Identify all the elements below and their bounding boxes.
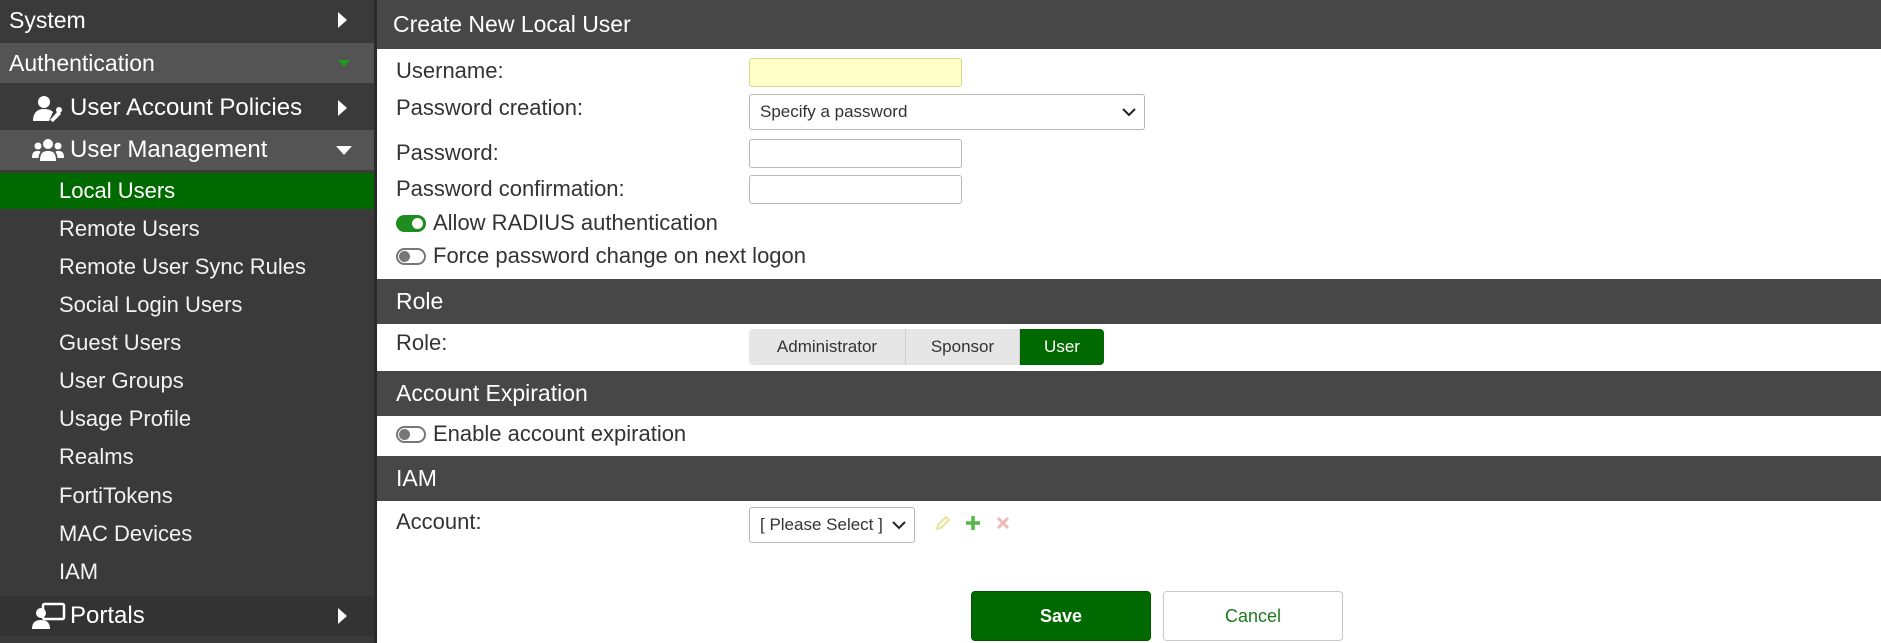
nav-user-account-policies-label: User Account Policies bbox=[70, 94, 303, 121]
nav-system-label: System bbox=[9, 6, 86, 33]
nav-user-management[interactable]: User Management bbox=[0, 130, 374, 170]
caret-right-icon bbox=[338, 100, 347, 116]
nav-guest-users[interactable]: Guest Users bbox=[0, 325, 374, 361]
nav-local-users[interactable]: Local Users bbox=[0, 173, 374, 209]
cancel-button[interactable]: Cancel bbox=[1163, 591, 1343, 641]
caret-right-icon bbox=[338, 608, 347, 624]
caret-down-icon bbox=[336, 145, 352, 155]
pencil-icon[interactable] bbox=[928, 512, 958, 534]
nav-portals[interactable]: Portals bbox=[0, 596, 374, 636]
password-creation-label: Password creation: bbox=[396, 95, 584, 120]
role-sponsor-button[interactable]: Sponsor bbox=[906, 329, 1020, 365]
plus-icon[interactable] bbox=[958, 512, 988, 534]
force-password-change-row: Force password change on next logon bbox=[396, 243, 806, 269]
nav-local-users-label: Local Users bbox=[59, 178, 176, 203]
users-icon bbox=[32, 136, 66, 164]
nav-social-login-users-label: Social Login Users bbox=[59, 292, 243, 317]
nav-mac-devices[interactable]: MAC Devices bbox=[0, 516, 374, 552]
nav-fortitokens-label: FortiTokens bbox=[59, 483, 173, 508]
password-confirmation-label: Password confirmation: bbox=[396, 176, 625, 201]
force-password-change-toggle[interactable] bbox=[396, 247, 426, 265]
account-label: Account: bbox=[396, 509, 482, 534]
account-expiration-section-title: Account Expiration bbox=[396, 380, 588, 406]
nav-portals-label: Portals bbox=[70, 602, 145, 629]
account-select[interactable]: [ Please Select ] bbox=[749, 507, 915, 543]
force-password-change-label: Force password change on next logon bbox=[433, 243, 807, 268]
nav-system[interactable]: System bbox=[0, 0, 374, 40]
allow-radius-toggle[interactable] bbox=[396, 214, 426, 232]
enable-expiration-label: Enable account expiration bbox=[433, 421, 687, 446]
page-title-text: Create New Local User bbox=[393, 11, 631, 37]
nav-remote-users-label: Remote Users bbox=[59, 216, 200, 241]
role-section-title: Role bbox=[396, 288, 444, 314]
nav-user-groups[interactable]: User Groups bbox=[0, 363, 374, 399]
role-selector: Administrator Sponsor User bbox=[749, 329, 1104, 365]
nav-iam[interactable]: IAM bbox=[0, 554, 374, 590]
nav-remote-user-sync-rules-label: Remote User Sync Rules bbox=[59, 254, 306, 279]
nav-realms-label: Realms bbox=[59, 444, 134, 469]
x-icon[interactable] bbox=[988, 512, 1018, 534]
password-creation-select[interactable]: Specify a password bbox=[749, 94, 1145, 130]
nav-usage-profile-label: Usage Profile bbox=[59, 406, 192, 431]
role-user-button[interactable]: User bbox=[1020, 329, 1104, 365]
nav-social-login-users[interactable]: Social Login Users bbox=[0, 287, 374, 323]
nav-authentication-label: Authentication bbox=[9, 49, 155, 76]
chevron-down-icon bbox=[1122, 102, 1136, 122]
allow-radius-label: Allow RADIUS authentication bbox=[433, 210, 718, 235]
role-section-header: Role bbox=[377, 279, 1881, 324]
password-label: Password: bbox=[396, 140, 499, 165]
nav-usage-profile[interactable]: Usage Profile bbox=[0, 401, 374, 437]
enable-expiration-row: Enable account expiration bbox=[396, 421, 686, 447]
password-input[interactable] bbox=[749, 139, 962, 168]
nav-user-account-policies[interactable]: User Account Policies bbox=[0, 88, 374, 128]
nav-remote-users[interactable]: Remote Users bbox=[0, 211, 374, 247]
page-title: Create New Local User bbox=[377, 0, 1881, 49]
nav-user-management-label: User Management bbox=[70, 136, 268, 163]
role-administrator-button[interactable]: Administrator bbox=[749, 329, 906, 365]
iam-section-title: IAM bbox=[396, 465, 437, 491]
nav-user-groups-label: User Groups bbox=[59, 368, 184, 393]
nav-remote-user-sync-rules[interactable]: Remote User Sync Rules bbox=[0, 249, 374, 285]
role-label: Role: bbox=[396, 330, 448, 355]
iam-section-header: IAM bbox=[377, 456, 1881, 501]
nav-realms[interactable]: Realms bbox=[0, 439, 374, 475]
portal-icon bbox=[32, 602, 66, 630]
sidebar: System Authentication User Account Polic… bbox=[0, 0, 377, 643]
account-expiration-section-header: Account Expiration bbox=[377, 371, 1881, 416]
nav-iam-label: IAM bbox=[59, 559, 99, 584]
username-label: Username: bbox=[396, 58, 504, 83]
save-button[interactable]: Save bbox=[971, 591, 1151, 641]
nav-authentication[interactable]: Authentication bbox=[0, 43, 374, 83]
password-creation-value: Specify a password bbox=[760, 102, 908, 121]
nav-fortitokens[interactable]: FortiTokens bbox=[0, 478, 374, 514]
main-panel: Create New Local User Username: Password… bbox=[377, 0, 1881, 643]
enable-expiration-toggle[interactable] bbox=[396, 425, 426, 443]
nav-guest-users-label: Guest Users bbox=[59, 330, 182, 355]
user-gear-icon bbox=[32, 94, 66, 122]
caret-down-icon bbox=[338, 59, 350, 67]
account-select-value: [ Please Select ] bbox=[760, 515, 883, 534]
password-confirmation-input[interactable] bbox=[749, 175, 962, 204]
caret-right-icon bbox=[338, 12, 347, 28]
chevron-down-icon bbox=[892, 515, 906, 535]
nav-mac-devices-label: MAC Devices bbox=[59, 521, 193, 546]
allow-radius-row: Allow RADIUS authentication bbox=[396, 210, 718, 236]
username-input[interactable] bbox=[749, 58, 962, 87]
account-actions bbox=[928, 512, 1018, 534]
